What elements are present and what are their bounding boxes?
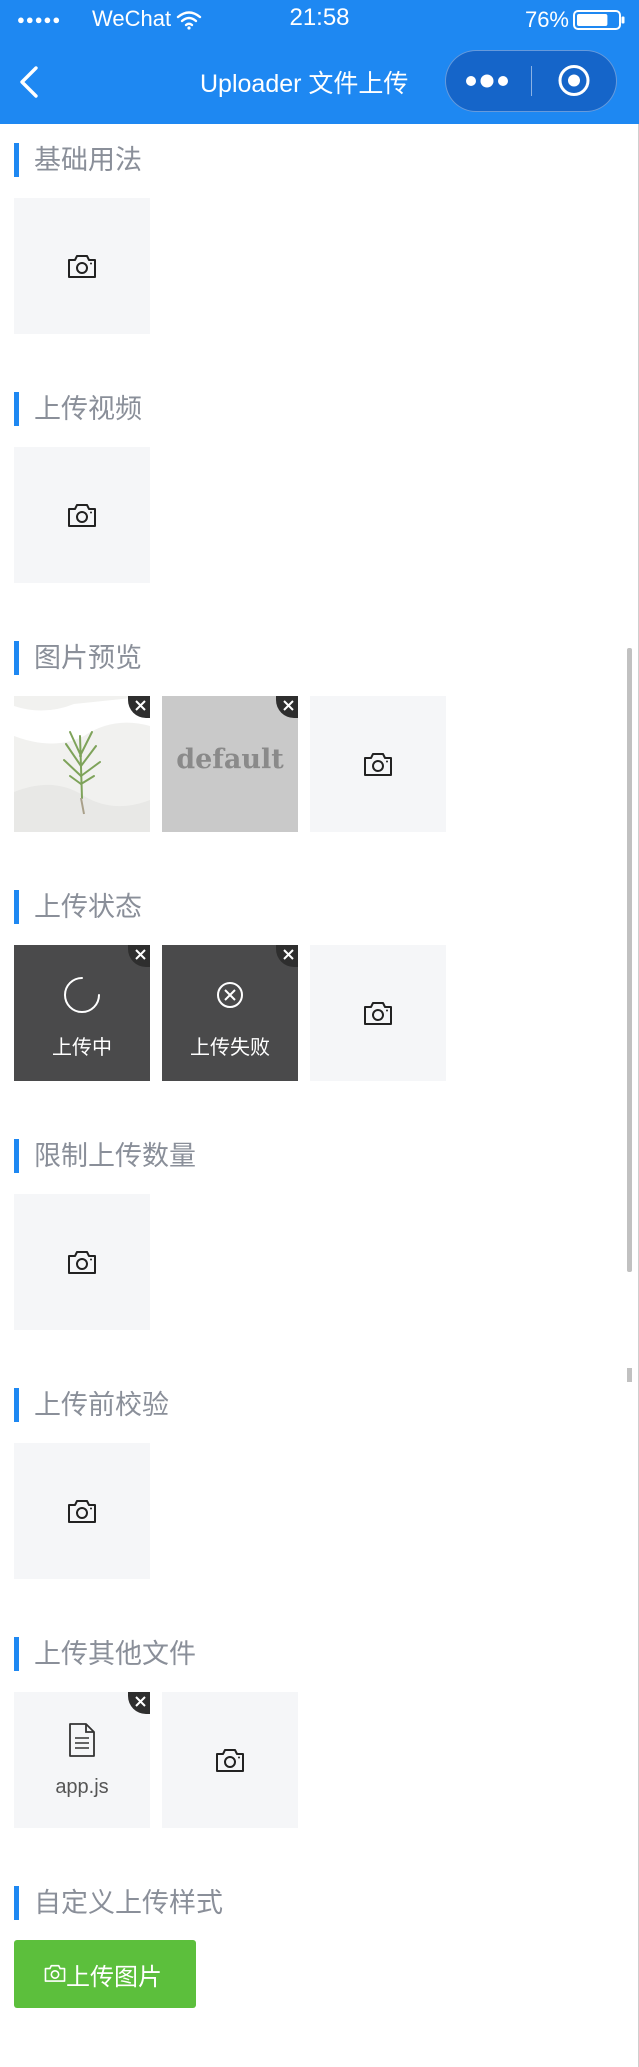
battery-icon <box>573 10 625 30</box>
section-title-other-files: 上传其他文件 <box>14 1637 196 1671</box>
upload-image-label: 上传图片 <box>66 1964 162 1991</box>
file-icon <box>69 1723 95 1757</box>
upload-image-button[interactable]: 上传图片 <box>14 1940 196 2008</box>
upload-status-failed: 上传失败 <box>162 945 298 1081</box>
section-title-max-count: 限制上传数量 <box>14 1139 196 1173</box>
upload-status-loading: 上传中 <box>14 945 150 1081</box>
close-miniprogram-button[interactable] <box>532 51 616 110</box>
section-title-status: 上传状态 <box>14 890 142 924</box>
battery-percent: 76% <box>524 7 569 32</box>
more-button[interactable] <box>446 51 531 110</box>
more-dots-icon <box>466 74 508 88</box>
upload-video-button[interactable] <box>14 447 150 583</box>
upload-add-button[interactable] <box>14 1194 150 1330</box>
section-title-basic: 基础用法 <box>14 143 142 177</box>
page-title: Uploader 文件上传 <box>200 70 409 98</box>
close-icon <box>135 949 146 960</box>
spinner-icon <box>64 977 100 1013</box>
section-title-custom: 自定义上传样式 <box>14 1886 223 1920</box>
mini-program-capsule <box>445 50 617 112</box>
file-name: app.js <box>55 1776 109 1798</box>
target-circle-icon <box>558 65 590 96</box>
status-bar: ●●●●● WeChat 21:58 76% <box>0 0 639 40</box>
upload-add-button[interactable] <box>14 198 150 334</box>
upload-add-button[interactable] <box>14 1443 150 1579</box>
camera-icon <box>68 1500 96 1523</box>
upload-add-button[interactable] <box>310 945 446 1081</box>
camera-icon <box>68 255 96 278</box>
section-title-before-read: 上传前校验 <box>14 1388 169 1422</box>
close-circle-icon <box>217 982 243 1008</box>
camera-icon <box>216 1749 244 1772</box>
default-image-text: default <box>176 744 284 775</box>
status-text: 上传中 <box>52 1037 112 1059</box>
nav-bar: Uploader 文件上传 <box>0 40 639 124</box>
preview-image-default[interactable]: default <box>162 696 298 832</box>
chevron-left-icon[interactable] <box>14 64 44 100</box>
header: ●●●●● WeChat 21:58 76% Uploader 文件上传 <box>0 0 639 124</box>
section-title-preview: 图片预览 <box>14 641 142 675</box>
section-title-video: 上传视频 <box>14 392 142 426</box>
camera-icon <box>44 1964 66 1982</box>
camera-icon <box>364 1002 392 1025</box>
upload-add-button[interactable] <box>310 696 446 832</box>
camera-icon <box>364 753 392 776</box>
plant-image <box>14 696 150 832</box>
delete-button[interactable] <box>128 1692 150 1714</box>
preview-image-plant[interactable] <box>14 696 150 832</box>
upload-add-button[interactable] <box>162 1692 298 1828</box>
scrollbar-thumb[interactable] <box>627 648 632 1272</box>
close-icon <box>283 949 294 960</box>
close-icon <box>135 700 146 711</box>
uploaded-file-item[interactable]: app.js <box>14 1692 150 1828</box>
camera-icon <box>68 504 96 527</box>
camera-icon <box>68 1251 96 1274</box>
status-text: 上传失败 <box>190 1037 270 1059</box>
close-icon <box>283 700 294 711</box>
close-icon <box>135 1696 146 1707</box>
scrollbar-marker <box>627 1368 632 1382</box>
